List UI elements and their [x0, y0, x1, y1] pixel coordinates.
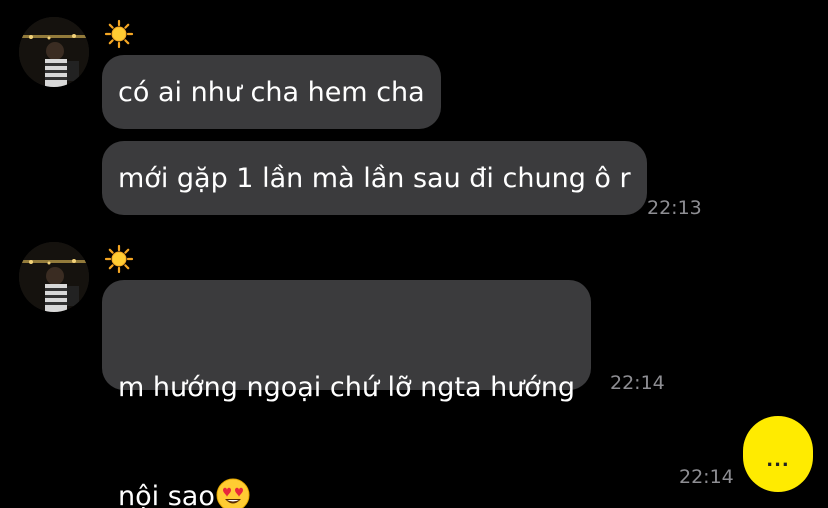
message-timestamp: 22:13	[647, 197, 702, 219]
message-text-line: m hướng ngoại chứ lỡ ngta hướng	[118, 372, 576, 403]
heart-eyes-emoji-icon	[216, 478, 250, 508]
chat-screen: có ai như cha hem cha mới gặp 1 lần mà l…	[0, 0, 828, 508]
message-bubble[interactable]: m hướng ngoại chứ lỡ ngta hướng nội sao	[102, 280, 592, 508]
sun-icon	[104, 19, 134, 49]
message-timestamp: 22:14	[610, 372, 665, 394]
outgoing-typing-bubble[interactable]: ...	[743, 416, 813, 492]
message-bubble[interactable]: mới gặp 1 lần mà lần sau đi chung ô r	[102, 141, 647, 215]
sender-status-icon	[104, 244, 134, 281]
message-text-line: nội sao	[118, 478, 575, 508]
typing-indicator: ...	[766, 450, 790, 471]
sender-avatar[interactable]	[19, 17, 89, 87]
avatar-photo-icon	[19, 242, 89, 312]
message-timestamp: 22:14	[679, 466, 734, 488]
sender-status-icon	[104, 19, 134, 56]
message-text: nội sao	[118, 481, 215, 508]
message-bubble[interactable]: có ai như cha hem cha	[102, 55, 441, 129]
sender-avatar[interactable]	[19, 242, 89, 312]
sun-icon	[104, 244, 134, 274]
avatar-photo-icon	[19, 17, 89, 87]
